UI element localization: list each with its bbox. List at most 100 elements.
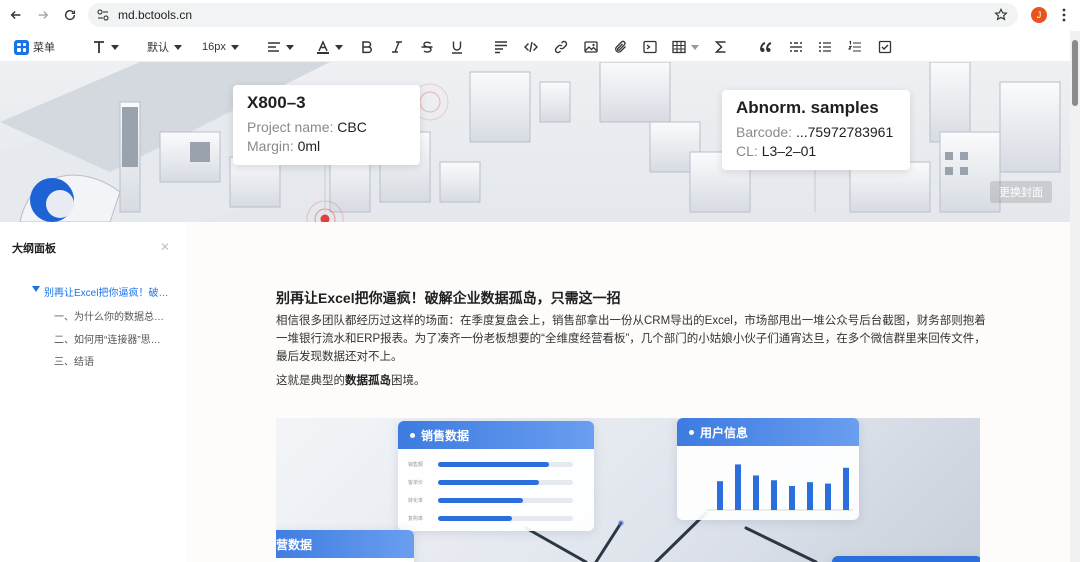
user-chart-bar (807, 482, 813, 510)
address-bar[interactable]: md.bctools.cn (88, 3, 1018, 27)
font-size-dropdown[interactable]: 16px (202, 39, 239, 55)
callout-right-title: Abnorm. samples (736, 98, 879, 117)
image-button[interactable] (584, 39, 598, 55)
back-arrow-icon (10, 11, 21, 19)
terminal-icon (643, 40, 657, 54)
font-color-icon (317, 40, 329, 54)
bookmark-star-icon[interactable] (994, 8, 1008, 22)
italic-button[interactable] (390, 39, 404, 55)
divider-button[interactable] (789, 39, 803, 55)
menu-label: 菜单 (33, 42, 55, 54)
link-icon (554, 40, 568, 54)
paragraph-button[interactable] (494, 39, 508, 55)
reload-button[interactable] (59, 4, 81, 26)
terminal-button[interactable] (643, 39, 657, 55)
scrollbar-track[interactable] (1070, 31, 1080, 562)
cover-image: X800–3 Project name: CBC Margin: 0ml Abn… (0, 62, 1070, 222)
attachment-button[interactable] (614, 39, 628, 55)
user-bar-chart (707, 464, 853, 511)
strikethrough-button[interactable] (420, 39, 434, 55)
back-button[interactable] (5, 4, 27, 26)
bold-term: 数据孤岛 (345, 375, 391, 387)
sales-bar-row: 客单价 (408, 477, 579, 487)
ordered-list-icon (848, 40, 861, 52)
bold-icon (362, 41, 372, 54)
table-dropdown[interactable] (672, 39, 699, 55)
italic-icon (392, 41, 402, 53)
outline-panel: 大纲面板 ✕ 别再让Excel把你逼疯！破… 一、为什么你的数据总是… 二、如何… (0, 222, 186, 562)
close-outline-icon[interactable]: ✕ (160, 240, 170, 254)
code-icon (524, 41, 538, 53)
font-color-dropdown[interactable] (316, 39, 343, 55)
callout-left-line2: Margin: 0ml (247, 138, 321, 154)
font-family-dropdown[interactable]: 默认 (147, 39, 182, 55)
align-left-icon (268, 42, 280, 52)
collapse-triangle-icon[interactable] (32, 286, 40, 292)
font-family-value: 默认 (147, 42, 169, 54)
sigma-icon (714, 41, 726, 53)
forward-arrow-icon (38, 11, 49, 19)
editor-toolbar: 菜单 默认 16px (0, 31, 1070, 62)
table-icon (672, 40, 686, 54)
formula-button[interactable] (714, 39, 728, 55)
user-chart-bar (735, 464, 741, 510)
outline-item-section-2[interactable]: 二、如何用“连接器”思… (54, 331, 172, 346)
user-chart-bar (789, 486, 795, 510)
user-chart-bar (717, 481, 723, 510)
scrollbar-thumb[interactable] (1072, 40, 1078, 106)
sales-bar-row: 复购率 (408, 513, 579, 523)
sales-bar-row: 销售额 (408, 459, 579, 469)
bullet-list-icon (819, 42, 831, 52)
callout-left-line1: Project name: CBC (247, 119, 367, 135)
change-cover-button[interactable]: 更换封面 (990, 181, 1052, 203)
quote-icon (760, 42, 772, 52)
paperclip-icon (615, 40, 626, 53)
outline-title: 大纲面板 (12, 243, 56, 255)
user-chart-bar (843, 467, 849, 510)
font-size-value: 16px (202, 41, 226, 53)
browser-menu-icon[interactable] (1059, 7, 1069, 23)
menu-grid-icon (14, 39, 29, 55)
sample-callout-right: Abnorm. samples Barcode: ...75972783961 … (722, 90, 910, 170)
menu-button[interactable]: 菜单 (14, 39, 55, 55)
image-icon (584, 41, 598, 53)
bottom-right-card (832, 556, 980, 562)
callout-left-title: X800–3 (247, 93, 306, 112)
profile-avatar[interactable]: J (1031, 7, 1047, 23)
sales-card-title: 销售数据 (421, 428, 470, 443)
paragraph-2[interactable]: 这就是典型的数据孤岛困境。 (276, 372, 986, 390)
site-info-icon[interactable] (96, 8, 110, 22)
user-chart-bar (771, 480, 777, 510)
ordered-list-button[interactable] (848, 39, 862, 55)
quote-button[interactable] (759, 39, 773, 55)
user-info-card: 用户信息 (677, 418, 859, 520)
bullet-list-button[interactable] (818, 39, 832, 55)
text-style-dropdown[interactable] (92, 39, 119, 55)
sample-callout-left: X800–3 Project name: CBC Margin: 0ml (233, 85, 420, 165)
outline-item-section-3[interactable]: 三、结语 (54, 353, 172, 368)
ops-card-title: 营数据 (276, 537, 313, 552)
document-title[interactable]: 别再让Excel把你逼疯！破解企业数据孤岛，只需这一招 (276, 288, 621, 308)
underline-icon (452, 41, 462, 54)
forward-button[interactable] (32, 4, 54, 26)
data-silo-illustration[interactable]: 销售数据 销售额客单价转化率复购率 用户信息 营数据 (276, 418, 980, 562)
sales-bar-row: 转化率 (408, 495, 579, 505)
user-chart-bar (825, 483, 831, 510)
ops-data-card: 营数据 (276, 530, 414, 562)
callout-right-line2: CL: L3–2–01 (736, 143, 817, 159)
bold-button[interactable] (360, 39, 374, 55)
paragraph-icon (495, 41, 507, 54)
align-dropdown[interactable] (267, 39, 294, 55)
user-chart-bar (753, 475, 759, 510)
url-text[interactable]: md.bctools.cn (118, 8, 192, 22)
user-card-title: 用户信息 (700, 425, 749, 440)
paragraph-1[interactable]: 相信很多团队都经历过这样的场面：在季度复盘会上，销售部拿出一份从CRM导出的Ex… (276, 312, 986, 366)
underline-button[interactable] (450, 39, 464, 55)
task-list-button[interactable] (878, 39, 892, 55)
link-button[interactable] (554, 39, 568, 55)
outline-item-h1[interactable]: 别再让Excel把你逼疯！破… (44, 284, 170, 299)
callout-right-line1: Barcode: ...75972783961 (736, 124, 894, 140)
strikethrough-icon (421, 41, 433, 53)
outline-item-section-1[interactable]: 一、为什么你的数据总是… (54, 308, 172, 323)
code-button[interactable] (524, 39, 538, 55)
